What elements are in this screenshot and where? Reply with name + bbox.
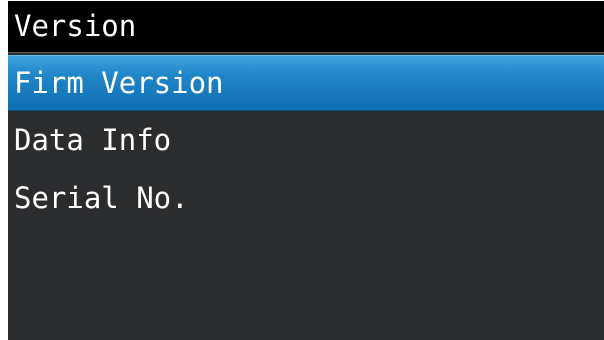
menu-item-label: Data Info — [14, 123, 172, 157]
menu-item-data-info[interactable]: Data Info — [8, 113, 604, 169]
menu-item-label: Firm Version — [14, 66, 224, 100]
menu-item-label: Serial No. — [14, 181, 189, 215]
menu-item-firm-version[interactable]: Firm Version — [8, 55, 604, 111]
screen-title: Version — [14, 9, 137, 43]
menu-item-serial-no[interactable]: Serial No. — [8, 171, 604, 227]
title-bar: Version — [8, 1, 604, 53]
lcd-screen: Version Firm Version Data Info Serial No… — [8, 1, 604, 340]
